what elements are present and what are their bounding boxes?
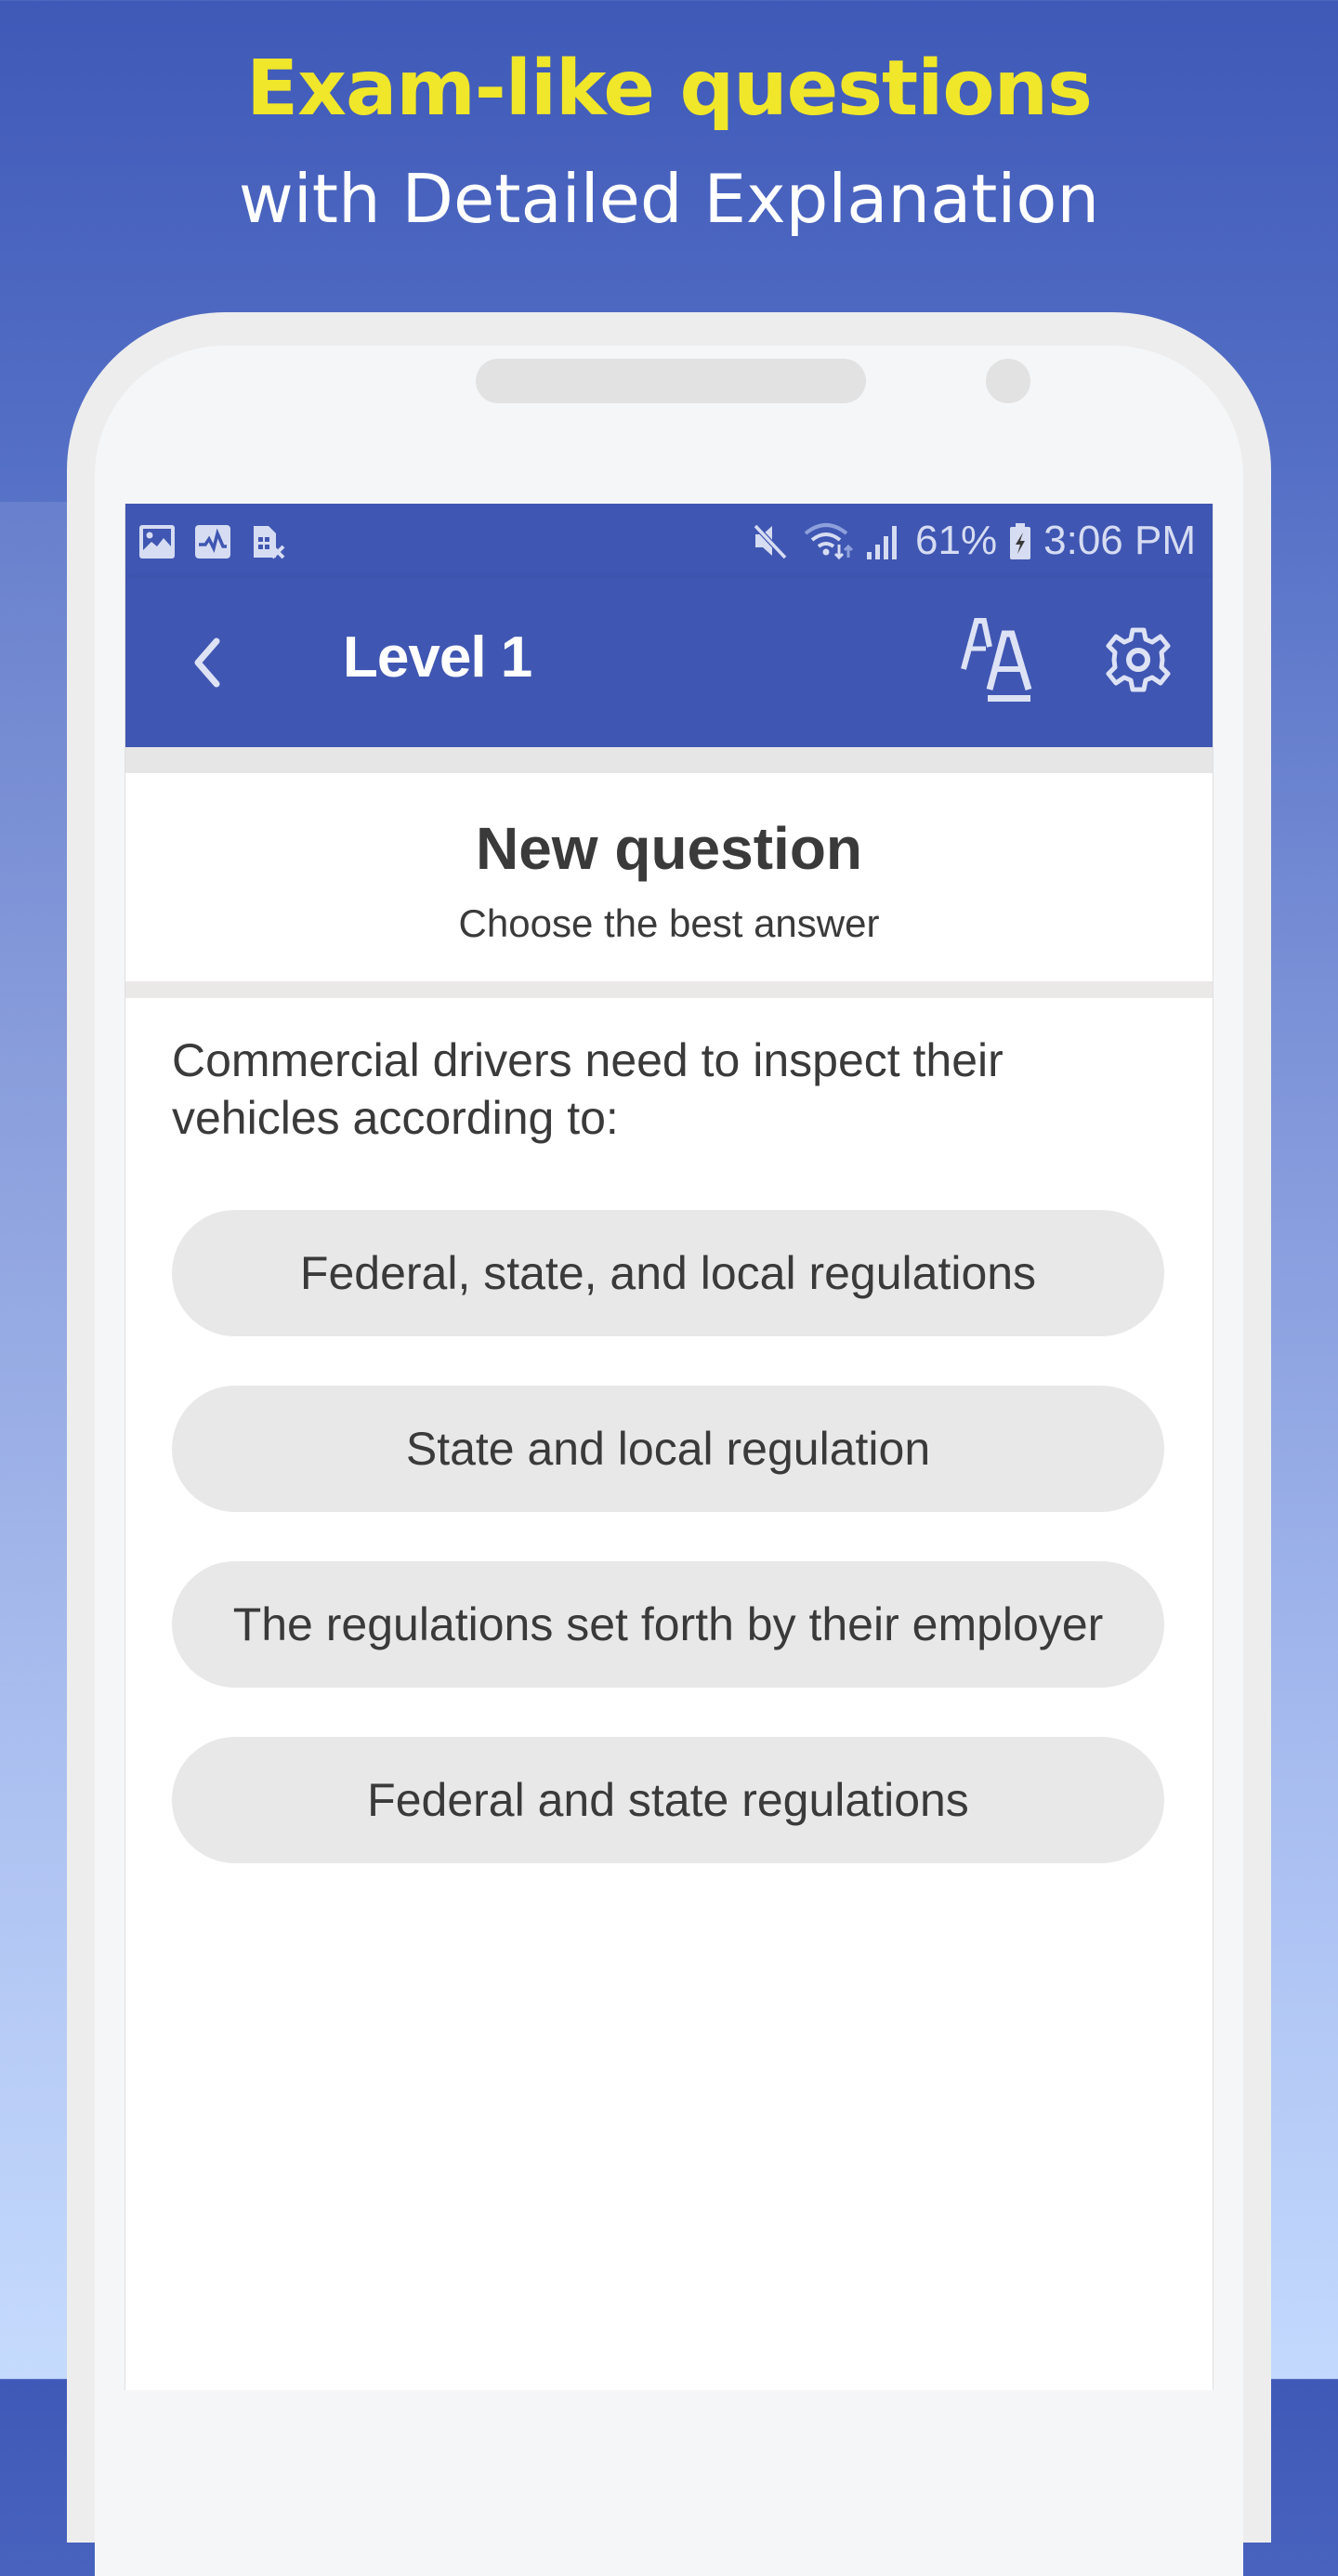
signal-icon: [867, 526, 898, 559]
question-header-subtitle: Choose the best answer: [458, 901, 880, 945]
question-header-title: New question: [475, 815, 863, 882]
toolbar-spacer: [125, 747, 1213, 773]
battery-charging-icon: [1010, 523, 1031, 559]
battery-percent: 61%: [915, 518, 998, 563]
page-title: Level 1: [343, 625, 532, 690]
activity-icon: [195, 525, 230, 559]
text-size-icon[interactable]: [958, 613, 1042, 706]
status-time: 3:06 PM: [1043, 518, 1196, 563]
question-text: Commercial drivers need to inspect their…: [172, 1034, 1004, 1144]
question-header-card: New question Choose the best answer: [125, 773, 1213, 981]
answer-option[interactable]: Federal, state, and local regulations: [172, 1210, 1164, 1336]
chevron-left-icon[interactable]: [181, 632, 237, 693]
answer-list: Federal, state, and local regulations St…: [172, 1210, 1164, 1912]
gear-icon[interactable]: [1105, 623, 1172, 697]
promo-headline: Exam-like questions: [246, 45, 1093, 133]
no-sim-icon: [254, 526, 285, 559]
section-divider: [125, 981, 1213, 998]
answer-option[interactable]: State and local regulation: [172, 1386, 1164, 1512]
answer-option[interactable]: Federal and state regulations: [172, 1737, 1164, 1863]
app-toolbar: Level 1: [125, 578, 1213, 747]
status-bar: 61% 3:06 PM: [125, 504, 1213, 578]
answer-option[interactable]: The regulations set forth by their emplo…: [172, 1561, 1164, 1688]
phone-camera: [986, 359, 1030, 403]
promo-subheadline: with Detailed Explanation: [238, 160, 1100, 238]
gallery-icon: [139, 525, 175, 559]
phone-speaker: [476, 359, 866, 403]
wifi-icon: [804, 523, 854, 560]
phone-screen: 61% 3:06 PM Level 1 New question Choose …: [125, 504, 1213, 2390]
mute-icon: [753, 523, 788, 560]
